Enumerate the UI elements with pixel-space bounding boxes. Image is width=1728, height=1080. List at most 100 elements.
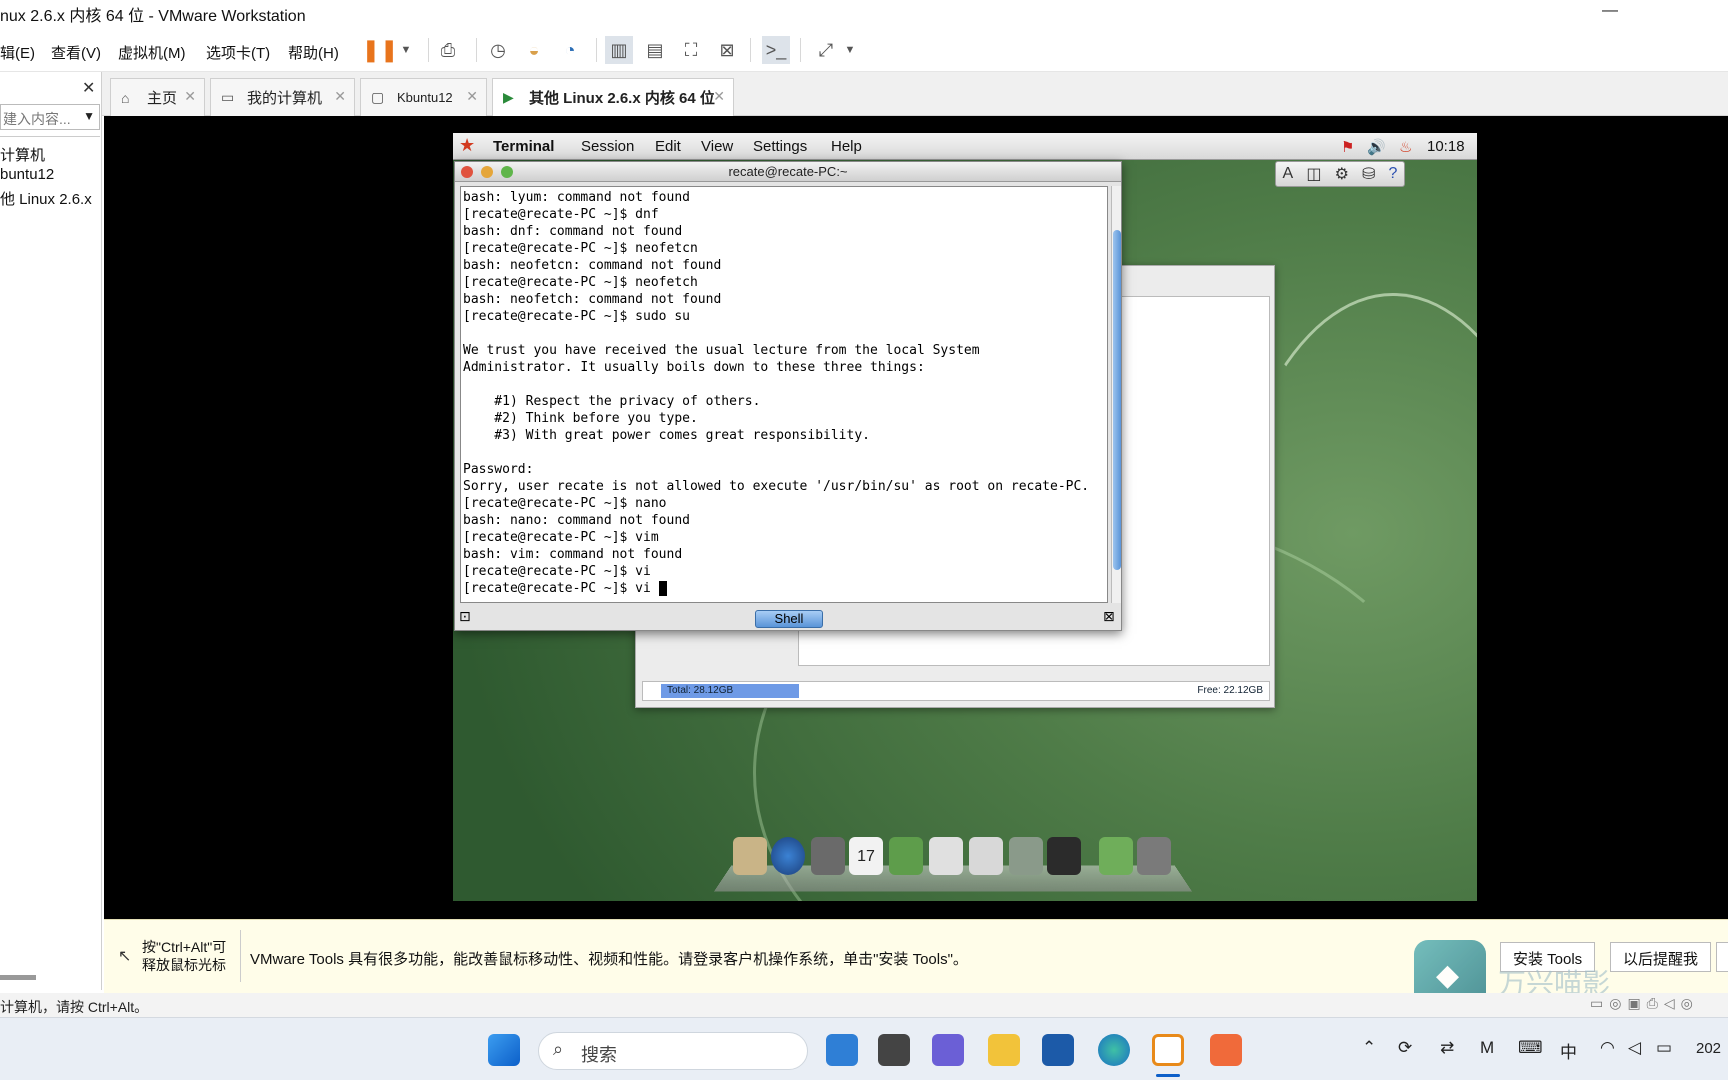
thumbnail-bar-icon[interactable]: ▤: [641, 36, 669, 64]
dropdown-arrow-icon[interactable]: ▼: [836, 36, 864, 64]
trash-icon[interactable]: [1137, 837, 1171, 875]
keyboard-icon[interactable]: ⌨: [1518, 1038, 1543, 1058]
menu-vm[interactable]: 虚拟机(M): [118, 42, 186, 63]
terminal-screen[interactable]: bash: lyum: command not found [recate@re…: [460, 186, 1108, 603]
horizontal-scrollbar[interactable]: [0, 975, 36, 980]
menu-help[interactable]: 帮助(H): [288, 42, 339, 63]
columns-icon[interactable]: ◫: [1306, 164, 1321, 184]
close-tab-icon[interactable]: ⊠: [1103, 608, 1115, 625]
windows-start-icon[interactable]: [488, 1034, 520, 1066]
revert-snapshot-icon[interactable]: ◒: [520, 36, 548, 64]
remind-later-button[interactable]: 以后提醒我: [1610, 942, 1712, 972]
settings-icon[interactable]: ⇄: [1440, 1038, 1454, 1058]
mail-icon[interactable]: [929, 837, 963, 875]
snapshot-manager-icon[interactable]: ◔: [556, 36, 584, 64]
tab-other-linux[interactable]: ▶ 其他 Linux 2.6.x 内核 64 位 ✕: [492, 78, 734, 116]
panel-menu-session[interactable]: Session: [581, 138, 634, 155]
wifi-icon[interactable]: ◠: [1600, 1038, 1615, 1058]
snapshot-icon[interactable]: ◷: [484, 36, 512, 64]
dropdown-arrow-icon[interactable]: ▼: [392, 36, 420, 64]
tab-home[interactable]: ⌂ 主页 ✕: [110, 78, 205, 116]
terminal-line: Sorry, user recate is not allowed to exe…: [463, 479, 1090, 494]
taskbar-clock[interactable]: 202: [1696, 1040, 1721, 1057]
pause-icon[interactable]: ❚❚: [362, 36, 399, 64]
menu-tabs[interactable]: 选项卡(T): [206, 42, 270, 63]
panel-menu-view[interactable]: View: [701, 138, 733, 155]
tool-palette: A ◫ ⚙ ⛁ ?: [1275, 161, 1405, 187]
unity-icon[interactable]: ⊠: [713, 36, 741, 64]
new-tab-icon[interactable]: ⊡: [459, 608, 471, 625]
tab-kbuntu12[interactable]: ▢ Kbuntu12 ✕: [360, 78, 487, 116]
scrollbar-thumb[interactable]: [1113, 230, 1121, 570]
guest-desktop[interactable]: Total: 28.12GB Free: 22.12GB ★ Terminal …: [453, 133, 1477, 901]
close-icon[interactable]: ✕: [466, 88, 478, 105]
logo-icon: ◆: [1436, 959, 1460, 992]
browser-icon[interactable]: [771, 837, 805, 875]
sidebar-item-other-linux[interactable]: 他 Linux 2.6.x: [0, 188, 92, 209]
console-icon[interactable]: >_: [762, 36, 790, 64]
terminal-icon[interactable]: [1047, 837, 1081, 875]
edge-dev-icon[interactable]: [826, 1034, 858, 1066]
panel-menu-help[interactable]: Help: [831, 138, 862, 155]
help-icon[interactable]: ?: [1389, 165, 1398, 183]
chevron-down-icon[interactable]: ▼: [83, 109, 95, 123]
library-search-input[interactable]: 建入内容... ▼: [0, 104, 100, 130]
panel-menu-edit[interactable]: Edit: [655, 138, 681, 155]
menu-edit[interactable]: 辑(E): [0, 42, 35, 63]
app-icon[interactable]: [1210, 1034, 1242, 1066]
notification-icon[interactable]: ♨: [1399, 138, 1412, 156]
sidebar-item-kbuntu12[interactable]: buntu12: [0, 166, 54, 183]
terminal-line: bash: dnf: command not found: [463, 224, 683, 239]
minimize-icon[interactable]: [481, 166, 493, 178]
shell-tab[interactable]: Shell: [755, 610, 823, 628]
folder-icon[interactable]: [1099, 837, 1133, 875]
star-menu-icon[interactable]: ★: [459, 135, 475, 156]
home-icon: ⌂: [121, 89, 130, 106]
panel-menu-settings[interactable]: Settings: [753, 138, 807, 155]
text-cursor: [658, 581, 667, 596]
volume-icon[interactable]: ◁: [1628, 1038, 1641, 1058]
font-icon[interactable]: A: [1283, 165, 1294, 183]
meter-icon[interactable]: M: [1480, 1038, 1494, 1058]
sync-icon[interactable]: ⟳: [1398, 1038, 1412, 1058]
close-icon[interactable]: ✕: [82, 78, 95, 98]
toolbar-separator: [800, 38, 801, 62]
chat-icon[interactable]: [932, 1034, 964, 1066]
menu-view[interactable]: 查看(V): [51, 42, 101, 63]
taskbar-search-input[interactable]: ⌕ 搜索: [538, 1032, 808, 1070]
vmware-icon[interactable]: [1152, 1034, 1184, 1066]
flag-icon[interactable]: ⚑: [1341, 138, 1354, 156]
settings-icon[interactable]: [1009, 837, 1043, 875]
chevron-up-icon[interactable]: ⌃: [1362, 1038, 1376, 1058]
full-screen-icon[interactable]: ⛶: [677, 36, 705, 64]
minimize-button[interactable]: —: [1602, 2, 1618, 20]
video-icon[interactable]: [811, 837, 845, 875]
close-icon[interactable]: ✕: [184, 88, 196, 105]
tools-icon[interactable]: ⚙: [1335, 164, 1349, 184]
calendar-icon[interactable]: 17: [849, 837, 883, 875]
terminal-window[interactable]: recate@recate-PC:~ bash: lyum: command n…: [454, 161, 1122, 631]
show-library-icon[interactable]: ▥: [605, 36, 633, 64]
notes-icon[interactable]: [733, 837, 767, 875]
tab-my-computer[interactable]: ▭ 我的计算机 ✕: [210, 78, 355, 116]
calculator-icon[interactable]: [969, 837, 1003, 875]
store-icon[interactable]: [1042, 1034, 1074, 1066]
close-icon[interactable]: ✕: [334, 88, 346, 105]
device-status-icons[interactable]: ▭◎▣⎙◁◎: [1590, 995, 1699, 1012]
terminal-line: #3) With great power comes great respons…: [463, 428, 870, 443]
terminal-scrollbar[interactable]: [1111, 186, 1121, 603]
sidebar-item-computer[interactable]: 计算机: [0, 144, 45, 165]
battery-icon[interactable]: ▭: [1656, 1038, 1672, 1058]
package-icon[interactable]: ⛁: [1362, 164, 1375, 184]
close-icon[interactable]: ✕: [713, 88, 725, 105]
edge-icon[interactable]: [1098, 1034, 1130, 1066]
more-button[interactable]: [1716, 942, 1728, 972]
ime-indicator[interactable]: 中: [1560, 1038, 1577, 1063]
file-explorer-icon[interactable]: [988, 1034, 1020, 1066]
task-view-icon[interactable]: [878, 1034, 910, 1066]
maximize-icon[interactable]: [501, 166, 513, 178]
volume-icon[interactable]: 🔊: [1367, 138, 1386, 156]
send-keys-icon[interactable]: ⎙: [434, 36, 462, 64]
close-icon[interactable]: [461, 166, 473, 178]
contacts-icon[interactable]: [889, 837, 923, 875]
